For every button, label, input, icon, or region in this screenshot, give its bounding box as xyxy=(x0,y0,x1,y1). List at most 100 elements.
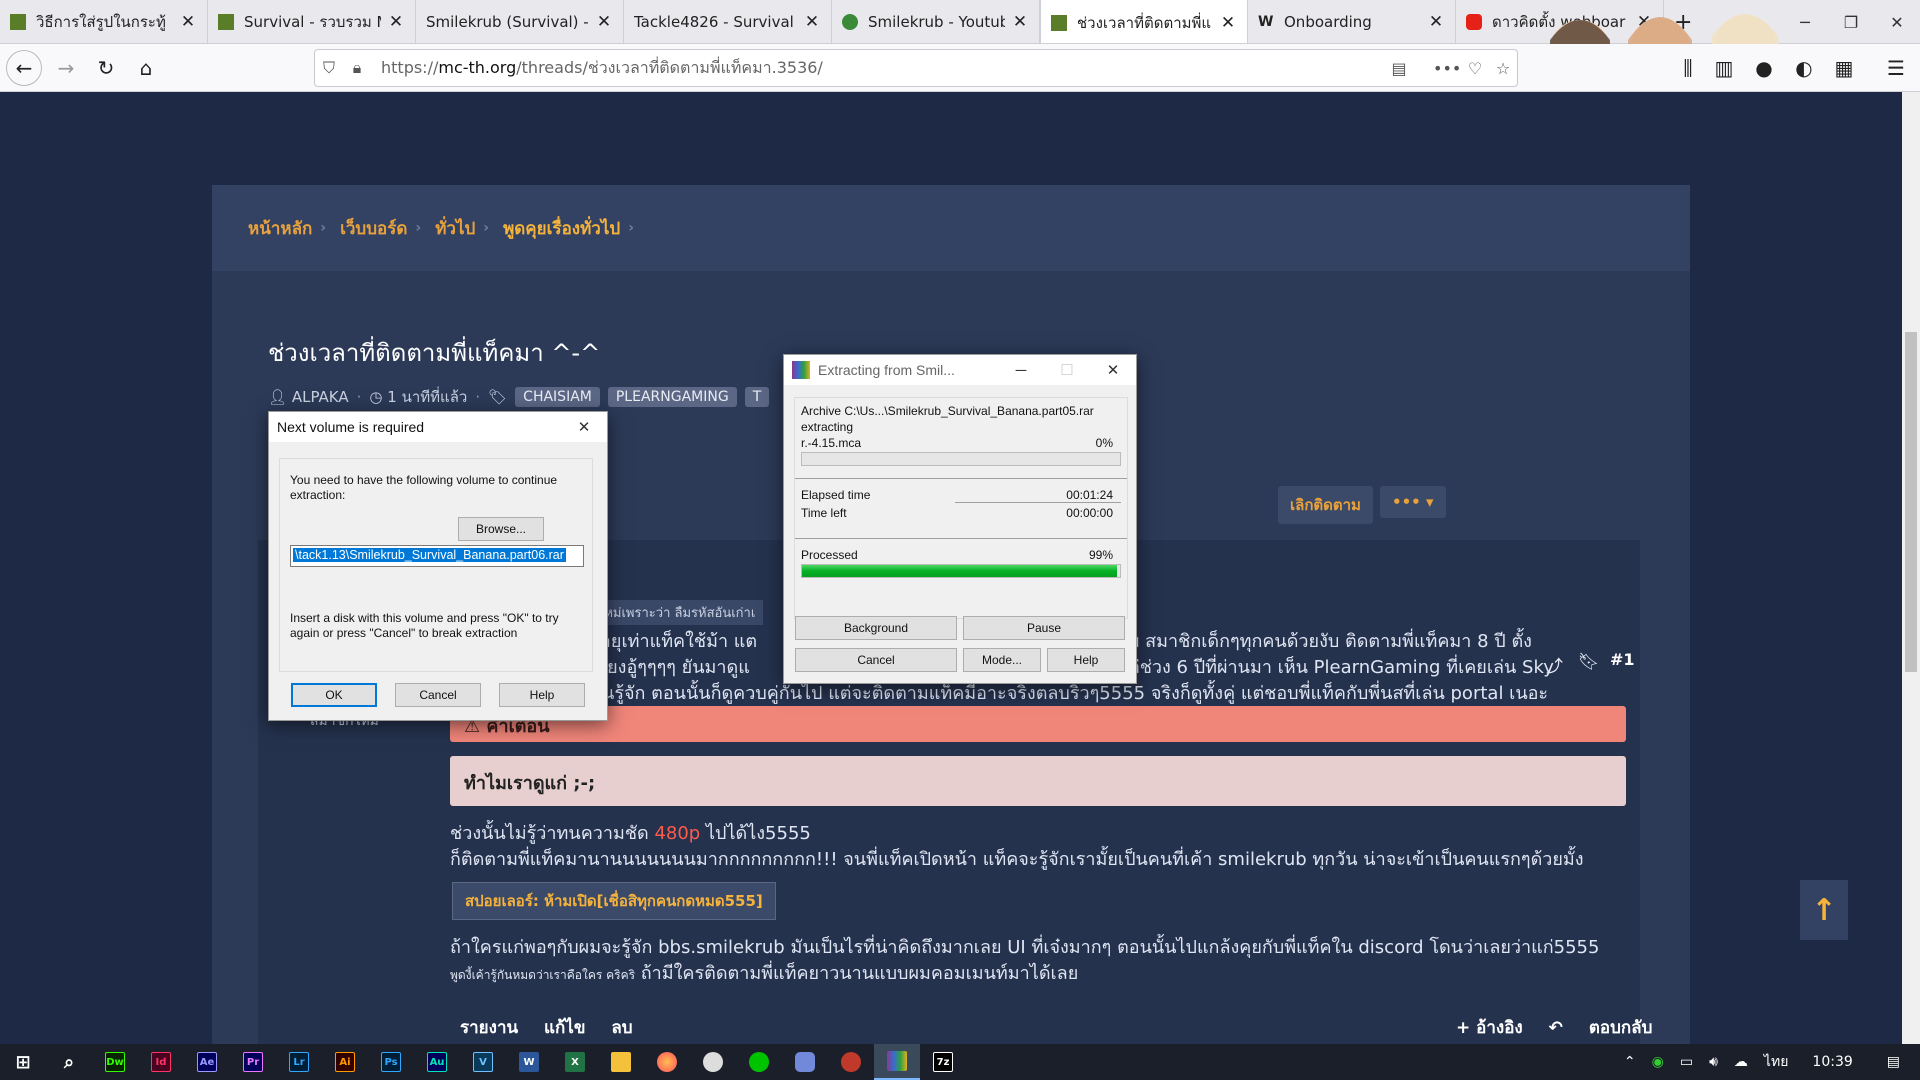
network-status-icon[interactable]: ◉ xyxy=(1652,1054,1664,1070)
close-icon[interactable]: ✕ xyxy=(1011,12,1029,32)
close-icon[interactable]: ✕ xyxy=(595,12,613,32)
pause-button[interactable]: Pause xyxy=(963,616,1125,640)
back-icon[interactable]: ← xyxy=(6,50,42,86)
lightroom-icon[interactable]: Lr xyxy=(276,1044,322,1080)
library-icon[interactable]: ⫼ xyxy=(1670,50,1706,86)
help-button[interactable]: Help xyxy=(1047,648,1125,672)
close-icon[interactable]: ✕ xyxy=(561,418,607,436)
report-link[interactable]: รายงาน xyxy=(460,1018,518,1038)
restore-icon[interactable]: ❐ xyxy=(1828,0,1874,43)
breadcrumb-home[interactable]: หน้าหลัก xyxy=(248,215,312,242)
7zip-icon[interactable]: 7z xyxy=(920,1044,966,1080)
winrar-taskbar-icon[interactable] xyxy=(874,1044,920,1080)
quote-link[interactable]: + อ้างอิง xyxy=(1456,1018,1523,1038)
tab-4[interactable]: Tackle4826 - Survival 1.1 ✕ xyxy=(624,0,832,43)
url-text[interactable]: https://mc-th.org/threads/ช่วงเวลาที่ติด… xyxy=(381,56,823,81)
unfollow-button[interactable]: เลิกติดตาม xyxy=(1278,486,1373,524)
search-icon[interactable]: ⌕ xyxy=(46,1044,92,1080)
page-actions-icon[interactable]: ••• xyxy=(1433,59,1461,78)
delete-link[interactable]: ลบ xyxy=(611,1018,632,1038)
edit-link[interactable]: แก้ไข xyxy=(544,1018,585,1038)
ghost-app-icon[interactable] xyxy=(690,1044,736,1080)
help-button[interactable]: Help xyxy=(499,683,585,707)
close-window-icon[interactable]: ✕ xyxy=(1874,0,1920,43)
notifications-icon[interactable]: ▤ xyxy=(1887,1054,1900,1070)
onedrive-icon[interactable]: ☁ xyxy=(1734,1054,1748,1070)
file-explorer-icon[interactable] xyxy=(598,1044,644,1080)
account-icon[interactable]: ● xyxy=(1746,50,1782,86)
audition-icon[interactable]: Au xyxy=(414,1044,460,1080)
menu-icon[interactable]: ☰ xyxy=(1878,50,1914,86)
question-box[interactable]: ทำไมเราดูแก่ ;-; xyxy=(450,756,1626,806)
background-button[interactable]: Background xyxy=(795,616,957,640)
windows-start-icon[interactable]: ⊞ xyxy=(0,1044,46,1080)
tag-chaisiam[interactable]: CHAISIAM xyxy=(515,387,600,407)
tab-2[interactable]: Survival - รวบรวม Ma ✕ xyxy=(208,0,416,43)
dreamweaver-icon[interactable]: Dw xyxy=(92,1044,138,1080)
reload-icon[interactable]: ↻ xyxy=(88,50,124,86)
mode-button[interactable]: Mode... xyxy=(963,648,1041,672)
spoiler-button[interactable]: สปอยเลอร์: ห้ามเปิด[เชื่อสิทุกคนกดหมด555… xyxy=(452,882,776,920)
scroll-top-button[interactable]: ↑ xyxy=(1800,880,1848,940)
url-bar[interactable]: ⛉ 🔒︎ https://mc-th.org/threads/ช่วงเวลาท… xyxy=(314,49,1518,87)
tab-1[interactable]: วิธีการใส่รูปในกระทู้ ✕ xyxy=(0,0,208,43)
lock-icon[interactable]: 🔒︎ xyxy=(343,58,371,78)
scroll-thumb[interactable] xyxy=(1905,332,1917,672)
after-effects-icon[interactable]: Ae xyxy=(184,1044,230,1080)
vectorworks-icon[interactable]: V xyxy=(460,1044,506,1080)
extension-icon[interactable]: ◐ xyxy=(1786,50,1822,86)
close-icon[interactable]: ✕ xyxy=(803,12,821,32)
forward-icon[interactable]: → xyxy=(48,50,84,86)
close-icon[interactable]: ✕ xyxy=(179,12,197,32)
browse-button[interactable]: Browse... xyxy=(458,517,544,541)
warning-box[interactable]: ⚠ คำเตือน xyxy=(450,706,1626,742)
sidebar-icon[interactable]: ▥ xyxy=(1706,50,1742,86)
breadcrumb-current[interactable]: พูดคุยเรื่องทั่วไป xyxy=(503,215,620,242)
illustrator-icon[interactable]: Ai xyxy=(322,1044,368,1080)
page-scrollbar[interactable] xyxy=(1902,92,1920,1044)
shield-icon[interactable]: ⛉ xyxy=(315,58,343,78)
author-link[interactable]: ALPAKA xyxy=(292,388,349,406)
chevron-up-icon[interactable]: ⌃ xyxy=(1624,1054,1636,1070)
ok-button[interactable]: OK xyxy=(291,683,377,707)
bookmark-icon[interactable]: 🔖︎ xyxy=(1578,652,1600,672)
close-icon[interactable]: ✕ xyxy=(1090,361,1136,379)
volume-path-input[interactable]: \tack1.13\Smilekrub_Survival_Banana.part… xyxy=(290,545,584,567)
indesign-icon[interactable]: Id xyxy=(138,1044,184,1080)
cancel-button[interactable]: Cancel xyxy=(395,683,481,707)
tab-7[interactable]: W Onboarding ✕ xyxy=(1248,0,1456,43)
home-icon[interactable]: ⌂ xyxy=(128,50,164,86)
breadcrumb-forum[interactable]: เว็บบอร์ด xyxy=(340,215,407,242)
firefox-icon[interactable] xyxy=(644,1044,690,1080)
clock[interactable]: 10:39 xyxy=(1812,1054,1852,1070)
cancel-button[interactable]: Cancel xyxy=(795,648,957,672)
tag-more[interactable]: T xyxy=(744,387,770,407)
volume-icon[interactable]: 🔊︎ xyxy=(1709,1054,1718,1070)
bookmark-star-icon[interactable]: ☆ xyxy=(1489,59,1517,78)
reader-view-icon[interactable]: ▤ xyxy=(1385,59,1413,78)
post-time[interactable]: 1 นาทีที่แล้ว xyxy=(387,385,467,409)
close-icon[interactable]: ✕ xyxy=(387,12,405,32)
line-icon[interactable] xyxy=(736,1044,782,1080)
excel-icon[interactable]: X xyxy=(552,1044,598,1080)
davinci-icon[interactable] xyxy=(828,1044,874,1080)
reply-link[interactable]: ↶ ตอบกลับ xyxy=(1549,1018,1653,1038)
close-icon[interactable]: ✕ xyxy=(1219,13,1237,33)
word-icon[interactable]: W xyxy=(506,1044,552,1080)
tab-3[interactable]: Smilekrub (Survival) - 1.1 ✕ xyxy=(416,0,624,43)
display-icon[interactable]: ▭ xyxy=(1680,1054,1693,1070)
extension2-icon[interactable]: ▦ xyxy=(1826,50,1862,86)
more-options-button[interactable]: ••• ▾ xyxy=(1380,486,1446,518)
post-number[interactable]: #1 xyxy=(1610,650,1635,669)
close-icon[interactable]: ✕ xyxy=(1427,12,1445,32)
minimize-icon[interactable]: ─ xyxy=(998,362,1044,379)
tab-active[interactable]: ช่วงเวลาที่ติดตามพี่แ ✕ xyxy=(1040,0,1248,43)
tag-plearngaming[interactable]: PLEARNGAMING xyxy=(607,387,737,407)
pocket-icon[interactable]: ♡ xyxy=(1461,59,1489,78)
discord-icon[interactable] xyxy=(782,1044,828,1080)
breadcrumb-general[interactable]: ทั่วไป xyxy=(435,215,475,242)
premiere-icon[interactable]: Pr xyxy=(230,1044,276,1080)
tab-5[interactable]: Smilekrub - Youtube ✕ xyxy=(832,0,1040,43)
photoshop-icon[interactable]: Ps xyxy=(368,1044,414,1080)
language-indicator[interactable]: ไทย xyxy=(1764,1051,1788,1073)
